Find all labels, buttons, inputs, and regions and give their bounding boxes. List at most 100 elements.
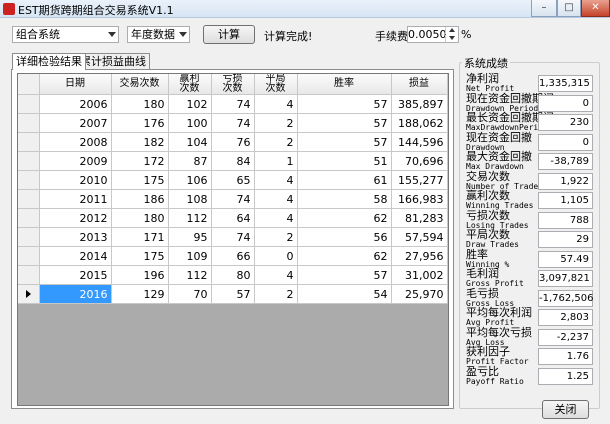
table-cell[interactable]: 180	[111, 94, 169, 114]
stat-value[interactable]: 57.49	[538, 250, 593, 268]
table-cell[interactable]: 54	[297, 284, 392, 304]
table-cell[interactable]: 2	[254, 227, 298, 247]
table-cell[interactable]: 65	[211, 170, 255, 190]
row-selector[interactable]	[18, 189, 40, 209]
table-row[interactable]: 2015 196 112 80 4 57 31,002	[18, 265, 448, 285]
table-cell[interactable]: 27,956	[391, 246, 448, 266]
stat-value[interactable]: 29	[538, 231, 593, 248]
table-row[interactable]: 2013 171 95 74 2 56 57,594	[18, 227, 448, 247]
table-cell[interactable]: 61	[297, 170, 392, 190]
table-cell[interactable]: 2008	[39, 132, 112, 152]
table-cell[interactable]: 74	[211, 189, 255, 209]
table-cell[interactable]: 180	[111, 208, 169, 228]
table-cell[interactable]: 57	[297, 94, 392, 114]
stat-value[interactable]: 1.25	[538, 367, 593, 385]
stat-value[interactable]: 3,097,821	[538, 270, 593, 287]
table-cell[interactable]: 70,696	[391, 151, 448, 171]
column-header[interactable]: 损益	[391, 74, 448, 95]
table-cell[interactable]: 76	[211, 132, 255, 152]
table-cell[interactable]: 56	[297, 227, 392, 247]
table-cell[interactable]: 129	[111, 284, 169, 304]
table-cell[interactable]: 2010	[39, 170, 112, 190]
table-cell[interactable]: 2009	[39, 151, 112, 171]
table-row[interactable]: 2016 129 70 57 2 54 25,970	[18, 284, 448, 304]
table-cell[interactable]: 84	[211, 151, 255, 171]
table-cell[interactable]: 2	[254, 132, 298, 152]
table-cell[interactable]: 87	[168, 151, 212, 171]
table-row[interactable]: 2014 175 109 66 0 62 27,956	[18, 246, 448, 266]
table-cell[interactable]: 102	[168, 94, 212, 114]
row-selector[interactable]	[18, 265, 40, 285]
stat-value[interactable]: 2,803	[538, 309, 593, 326]
stat-value[interactable]: 788	[538, 211, 593, 229]
table-cell[interactable]: 2	[254, 113, 298, 133]
table-cell[interactable]: 385,897	[391, 94, 448, 114]
table-cell[interactable]: 74	[211, 227, 255, 247]
minimize-button[interactable]: –	[531, 0, 557, 17]
tab-detail-results[interactable]: 详细检验结果	[12, 53, 86, 70]
table-cell[interactable]: 2016	[39, 284, 112, 304]
system-select[interactable]: 组合系统	[12, 26, 119, 43]
row-selector[interactable]	[18, 170, 40, 190]
results-grid[interactable]: 日期 交易次数 赢利 次数 亏损 次数 平局 次数 胜率 损益 2006 180 102 74 4 5…	[17, 73, 449, 406]
table-cell[interactable]: 74	[211, 94, 255, 114]
table-cell[interactable]: 2012	[39, 208, 112, 228]
table-cell[interactable]: 57	[211, 284, 255, 304]
table-row[interactable]: 2006 180 102 74 4 57 385,897	[18, 94, 448, 114]
table-cell[interactable]: 66	[211, 246, 255, 266]
compute-button[interactable]: 计算	[203, 25, 255, 44]
table-cell[interactable]: 155,277	[391, 170, 448, 190]
table-cell[interactable]: 2006	[39, 94, 112, 114]
table-cell[interactable]: 4	[254, 94, 298, 114]
table-cell[interactable]: 109	[168, 246, 212, 266]
fee-spinner[interactable]: 0.0050	[407, 26, 459, 43]
table-cell[interactable]: 25,970	[391, 284, 448, 304]
stat-value[interactable]: 0	[538, 94, 593, 112]
table-cell[interactable]: 176	[111, 113, 169, 133]
table-cell[interactable]: 1	[254, 151, 298, 171]
stat-value[interactable]: 1,922	[538, 172, 593, 190]
table-cell[interactable]: 2007	[39, 113, 112, 133]
period-select[interactable]: 年度数据	[127, 26, 190, 43]
table-cell[interactable]: 112	[168, 208, 212, 228]
spin-up-icon[interactable]	[445, 27, 458, 34]
table-cell[interactable]: 4	[254, 208, 298, 228]
table-cell[interactable]: 81,283	[391, 208, 448, 228]
row-selector[interactable]	[18, 94, 40, 114]
stat-value[interactable]: 230	[538, 114, 593, 131]
table-cell[interactable]: 144,596	[391, 132, 448, 152]
table-cell[interactable]: 171	[111, 227, 169, 247]
table-cell[interactable]: 104	[168, 132, 212, 152]
table-cell[interactable]: 166,983	[391, 189, 448, 209]
table-cell[interactable]: 2011	[39, 189, 112, 209]
table-cell[interactable]: 186	[111, 189, 169, 209]
stat-value[interactable]: 0	[538, 133, 593, 151]
column-header[interactable]: 胜率	[297, 74, 392, 95]
table-cell[interactable]: 2014	[39, 246, 112, 266]
stat-value[interactable]: 1.76	[538, 348, 593, 365]
close-window-button[interactable]: ✕	[581, 0, 610, 17]
table-cell[interactable]: 100	[168, 113, 212, 133]
column-header[interactable]: 平局 次数	[254, 74, 298, 95]
stat-value[interactable]: -1,762,506	[538, 289, 594, 307]
row-selector[interactable]	[18, 132, 40, 152]
table-cell[interactable]: 57	[297, 265, 392, 285]
row-selector[interactable]	[18, 284, 40, 304]
table-cell[interactable]: 31,002	[391, 265, 448, 285]
table-cell[interactable]: 64	[211, 208, 255, 228]
table-row[interactable]: 2012 180 112 64 4 62 81,283	[18, 208, 448, 228]
column-header[interactable]: 亏损 次数	[211, 74, 255, 95]
table-cell[interactable]: 51	[297, 151, 392, 171]
table-cell[interactable]: 196	[111, 265, 169, 285]
table-cell[interactable]: 62	[297, 246, 392, 266]
table-row[interactable]: 2008 182 104 76 2 57 144,596	[18, 132, 448, 152]
row-selector[interactable]	[18, 113, 40, 133]
table-cell[interactable]: 4	[254, 170, 298, 190]
table-cell[interactable]: 106	[168, 170, 212, 190]
table-cell[interactable]: 182	[111, 132, 169, 152]
table-cell[interactable]: 62	[297, 208, 392, 228]
table-row[interactable]: 2010 175 106 65 4 61 155,277	[18, 170, 448, 190]
column-header[interactable]: 交易次数	[111, 74, 169, 95]
table-cell[interactable]: 4	[254, 189, 298, 209]
table-cell[interactable]: 2	[254, 284, 298, 304]
